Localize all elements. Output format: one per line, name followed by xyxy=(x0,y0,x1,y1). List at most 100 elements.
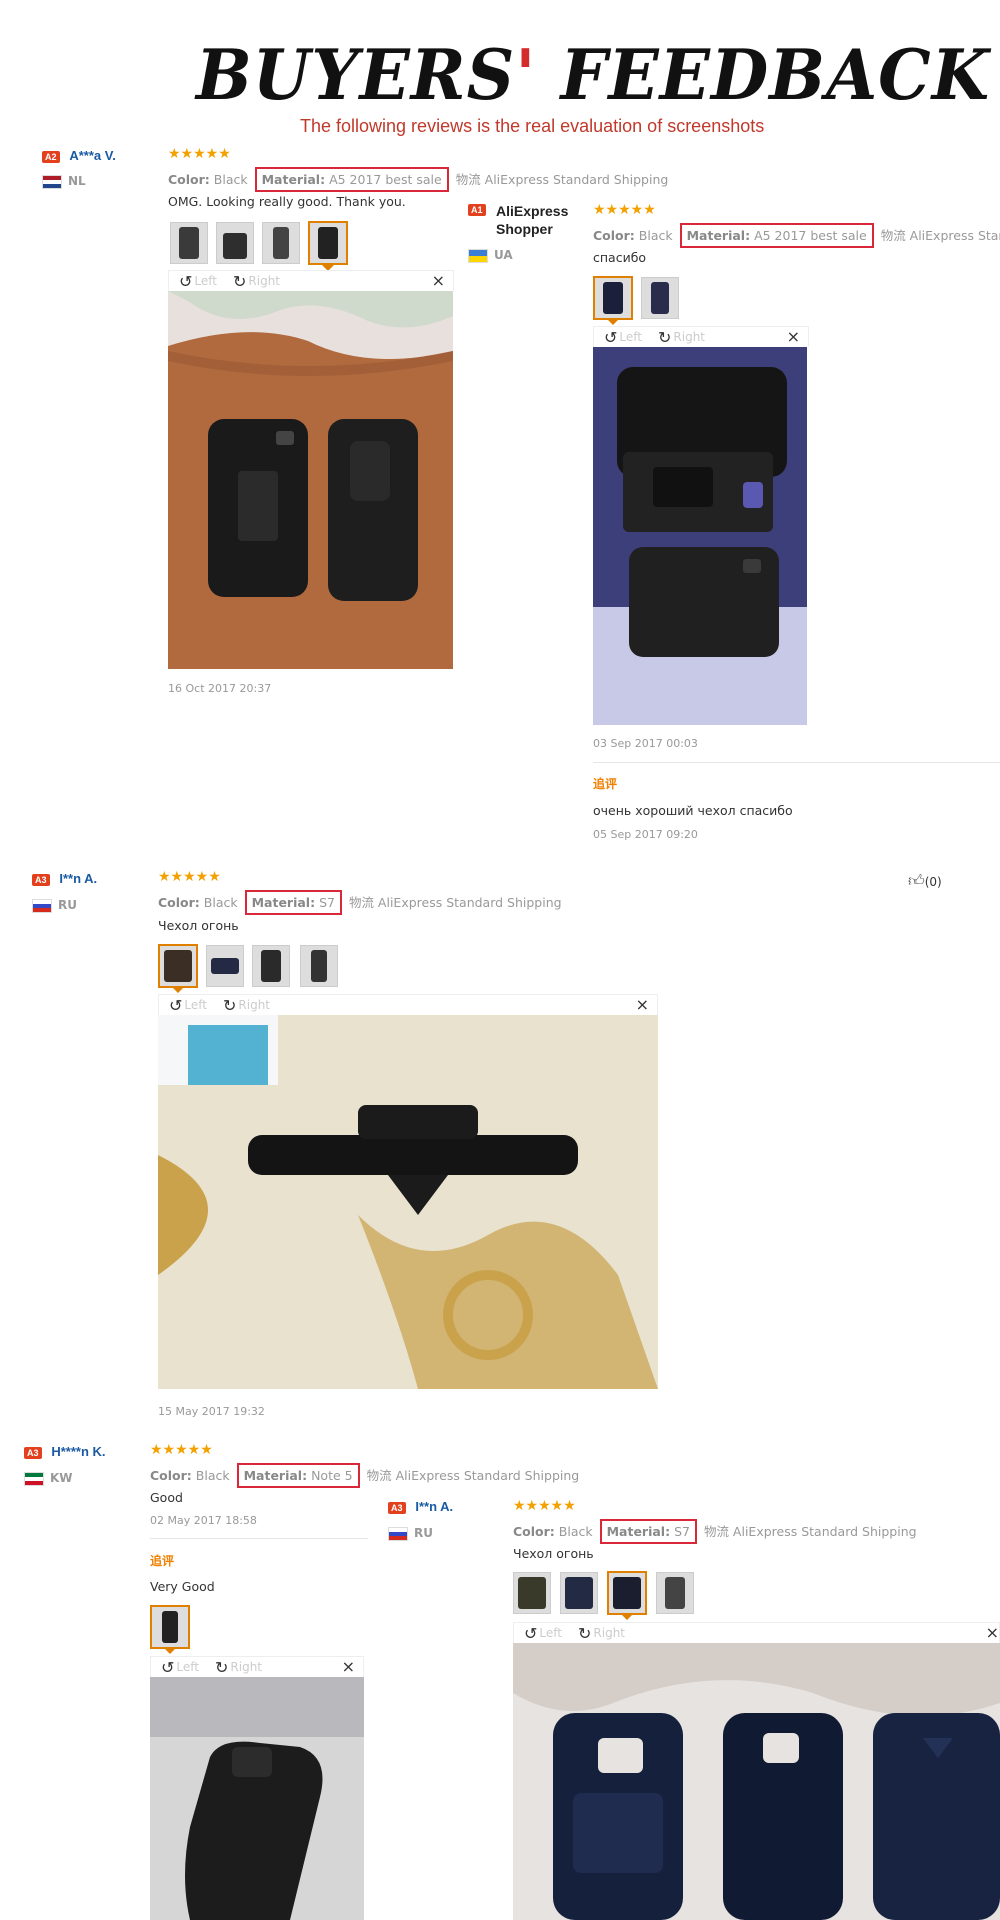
review-photo-image xyxy=(168,291,453,669)
helpful-button[interactable]: 👍︎(0) xyxy=(908,871,942,891)
followup-text: Very Good xyxy=(150,1579,215,1594)
review-thumbnail-selected[interactable] xyxy=(593,276,633,320)
reviewer-info: A1 xyxy=(468,202,486,216)
close-viewer-button[interactable]: × xyxy=(986,1623,999,1642)
rotate-left-button[interactable]: ↺ Left xyxy=(179,272,217,291)
color-value: Black xyxy=(203,895,238,910)
rotate-left-icon: ↺ xyxy=(604,328,618,347)
reviewer-name[interactable]: A***a V. xyxy=(69,148,116,163)
color-value: Black xyxy=(213,172,248,187)
reviewer-name[interactable]: I**n A. xyxy=(415,1499,453,1514)
level-badge: A1 xyxy=(468,203,486,216)
review-thumbnail[interactable] xyxy=(216,222,254,264)
rotate-right-button[interactable]: ↻ Right xyxy=(223,996,270,1015)
material-label: Material: xyxy=(261,172,326,187)
review-thumbnail[interactable] xyxy=(252,945,290,987)
shipping-info: 物流 AliExpress Standard Shipping xyxy=(348,895,562,910)
material-box: Material: S7 xyxy=(599,1519,697,1544)
reviewer-country: NL xyxy=(42,174,86,189)
country-code: UA xyxy=(494,248,513,262)
review-text: Чехол огонь xyxy=(158,918,239,933)
review-thumbnail[interactable] xyxy=(656,1572,694,1614)
reviewer-name[interactable]: I**n A. xyxy=(59,871,97,886)
rotate-left-button[interactable]: ↺ Left xyxy=(161,1658,199,1677)
image-viewer-toolbar: ↺ Left ↻ Right × xyxy=(158,994,658,1015)
review-thumbnail[interactable] xyxy=(206,945,244,987)
rotate-left-icon: ↺ xyxy=(161,1658,175,1677)
material-box: Material: Note 5 xyxy=(236,1463,360,1488)
close-viewer-button[interactable]: × xyxy=(787,327,800,346)
rotate-right-icon: ↻ xyxy=(578,1624,592,1643)
review-thumbnail[interactable] xyxy=(262,222,300,264)
review-text: OMG. Looking really good. Thank you. xyxy=(168,194,406,209)
review-attributes: Color: Black Material: Note 5 物流 AliExpr… xyxy=(150,1463,579,1488)
rotate-right-label: Right xyxy=(673,330,706,344)
rating-stars: ★★★★★ xyxy=(158,869,221,885)
material-box: Material: S7 xyxy=(244,890,342,915)
rotate-left-button[interactable]: ↺ Left xyxy=(169,996,207,1015)
review-thumbnail[interactable] xyxy=(300,945,338,987)
reviewer-country: RU xyxy=(32,898,77,913)
rotate-left-button[interactable]: ↺ Left xyxy=(524,1624,562,1643)
review-photo xyxy=(593,347,807,725)
reviewer-country: UA xyxy=(468,248,513,263)
review-thumbnail-selected[interactable] xyxy=(150,1605,190,1649)
rating-stars: ★★★★★ xyxy=(513,1498,576,1514)
review-attributes: Color: Black Material: A5 2017 best sale… xyxy=(168,167,668,192)
review-thumbnail-selected[interactable] xyxy=(158,944,198,988)
helpful-count: (0) xyxy=(924,875,942,889)
divider xyxy=(593,762,1000,763)
reviewer-name[interactable]: H****n K. xyxy=(51,1444,105,1459)
rotate-left-label: Left xyxy=(539,1626,562,1640)
color-value: Black xyxy=(638,228,673,243)
review-date: 15 May 2017 19:32 xyxy=(158,1405,265,1418)
material-value: A5 2017 best sale xyxy=(754,228,867,243)
rotate-left-icon: ↺ xyxy=(524,1624,538,1643)
review-thumbnail-selected[interactable] xyxy=(607,1571,647,1615)
reviewer-name[interactable]: AliExpress Shopper xyxy=(496,202,592,238)
rotate-right-button[interactable]: ↻ Right xyxy=(658,328,705,347)
review-text: Good xyxy=(150,1490,183,1505)
rotate-right-button[interactable]: ↻ Right xyxy=(215,1658,262,1677)
review-photo-image xyxy=(158,1015,658,1389)
rotate-right-icon: ↻ xyxy=(223,996,237,1015)
thumbnail-caret xyxy=(164,1648,176,1654)
rotate-left-button[interactable]: ↺ Left xyxy=(604,328,642,347)
review-thumbnail[interactable] xyxy=(641,277,679,319)
review-thumbnail[interactable] xyxy=(170,222,208,264)
close-viewer-button[interactable]: × xyxy=(432,271,445,290)
country-code: RU xyxy=(58,898,77,912)
review-text: спасибо xyxy=(593,250,647,265)
review-thumbnail-selected[interactable] xyxy=(308,221,348,265)
review-thumbnail[interactable] xyxy=(513,1572,551,1614)
rotate-right-button[interactable]: ↻ Right xyxy=(578,1624,625,1643)
material-box: Material: A5 2017 best sale xyxy=(254,167,449,192)
rating-stars: ★★★★★ xyxy=(168,146,231,162)
banner-apostrophe: ' xyxy=(515,34,537,116)
country-code: KW xyxy=(50,1471,73,1485)
review-photo-image xyxy=(150,1677,364,1920)
shipping-info: 物流 AliExpress Standar xyxy=(880,228,1000,243)
color-value: Black xyxy=(558,1524,593,1539)
rotate-right-icon: ↻ xyxy=(233,272,247,291)
additional-feedback-label: 追评 xyxy=(150,1554,175,1568)
level-badge: A3 xyxy=(24,1446,42,1459)
flag-ru-icon xyxy=(32,898,52,913)
rotate-left-label: Left xyxy=(619,330,642,344)
close-viewer-button[interactable]: × xyxy=(636,995,649,1014)
material-value: S7 xyxy=(674,1524,690,1539)
close-viewer-button[interactable]: × xyxy=(342,1657,355,1676)
material-label: Material: xyxy=(251,895,316,910)
reviewer-info: A2 A***a V. xyxy=(42,148,116,163)
material-box: Material: A5 2017 best sale xyxy=(679,223,874,248)
rotate-left-icon: ↺ xyxy=(179,272,193,291)
color-label: Color: xyxy=(158,895,200,910)
rotate-right-button[interactable]: ↻ Right xyxy=(233,272,280,291)
review-date: 03 Sep 2017 00:03 xyxy=(593,737,698,750)
review-thumbnail[interactable] xyxy=(560,1572,598,1614)
reviewer-info: A3 H****n K. xyxy=(24,1444,106,1459)
review-date: 02 May 2017 18:58 xyxy=(150,1514,257,1527)
reviewer-info: A3 I**n A. xyxy=(388,1499,453,1514)
color-label: Color: xyxy=(168,172,210,187)
review-photo xyxy=(168,291,453,669)
